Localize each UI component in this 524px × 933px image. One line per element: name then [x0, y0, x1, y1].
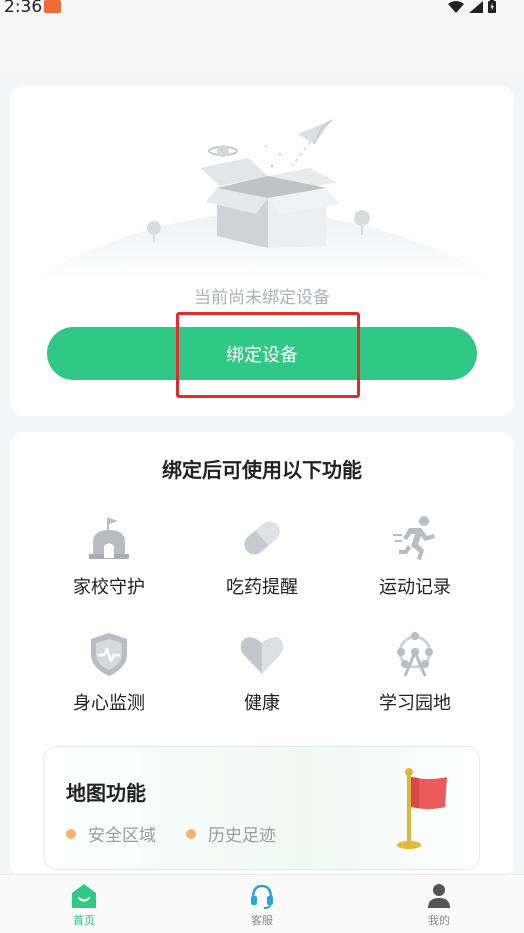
feature-item-learning-park[interactable]: 学习园地	[350, 630, 480, 715]
features-title: 绑定后可使用以下功能	[162, 458, 362, 482]
battery-icon	[488, 0, 496, 13]
feature-label: 家校守护	[73, 577, 145, 598]
nav-item-home[interactable]: 首页	[44, 883, 124, 928]
map-card-title: 地图功能	[66, 781, 146, 805]
pill-icon	[244, 521, 280, 555]
empty-state-text: 当前尚未绑定设备	[194, 288, 330, 308]
running-icon	[393, 516, 435, 560]
flag-icon	[397, 768, 447, 849]
highlight-annotation	[176, 312, 360, 398]
signal-icon	[469, 0, 483, 13]
tag-dot-icon	[186, 828, 196, 839]
feature-item-exercise-record[interactable]: 运动记录	[350, 514, 480, 599]
status-bar: 2:36	[0, 0, 524, 18]
feature-item-home-school[interactable]: 家校守护	[44, 514, 174, 599]
feature-label: 健康	[244, 693, 280, 714]
headset-icon	[251, 884, 273, 909]
feature-item-health[interactable]: 健康	[197, 630, 327, 715]
map-feature-card[interactable]: 地图功能 安全区域 历史足迹	[43, 746, 480, 870]
wifi-icon	[448, 0, 464, 13]
tag-dot-icon	[66, 828, 76, 839]
notification-app-icon	[44, 0, 61, 13]
features-card: 绑定后可使用以下功能 家校守护 吃药提醒 运动记录 身心监测 健康 学习园地 地…	[10, 432, 514, 877]
nav-item-customer-service[interactable]: 客服	[222, 883, 302, 928]
heart-shield-icon	[91, 633, 127, 676]
school-icon	[89, 518, 129, 559]
map-tags: 安全区域 历史足迹	[66, 821, 276, 846]
feature-label: 吃药提醒	[226, 577, 298, 598]
feature-label: 运动记录	[379, 577, 451, 598]
feature-label: 学习园地	[379, 693, 451, 714]
home-icon	[72, 884, 96, 908]
nav-label: 我的	[428, 914, 450, 927]
map-tag-safe-zone: 安全区域	[66, 821, 156, 846]
status-time: 2:36	[4, 0, 43, 17]
nav-item-me[interactable]: 我的	[399, 883, 479, 928]
heart-icon	[240, 637, 284, 674]
user-icon	[428, 884, 450, 908]
header-area	[0, 18, 524, 72]
status-icons	[448, 0, 496, 13]
ferris-wheel-icon	[397, 632, 433, 677]
empty-box-illustration	[30, 119, 500, 281]
nav-label: 首页	[73, 914, 95, 927]
map-tag-label: 历史足迹	[208, 826, 276, 846]
bottom-nav: 首页 客服 我的	[0, 874, 524, 933]
map-tag-history-track: 历史足迹	[186, 821, 276, 846]
feature-item-medicine-reminder[interactable]: 吃药提醒	[197, 514, 327, 599]
feature-label: 身心监测	[73, 693, 145, 714]
nav-label: 客服	[251, 914, 273, 927]
feature-item-mind-body-monitor[interactable]: 身心监测	[44, 630, 174, 715]
map-tag-label: 安全区域	[88, 826, 156, 846]
